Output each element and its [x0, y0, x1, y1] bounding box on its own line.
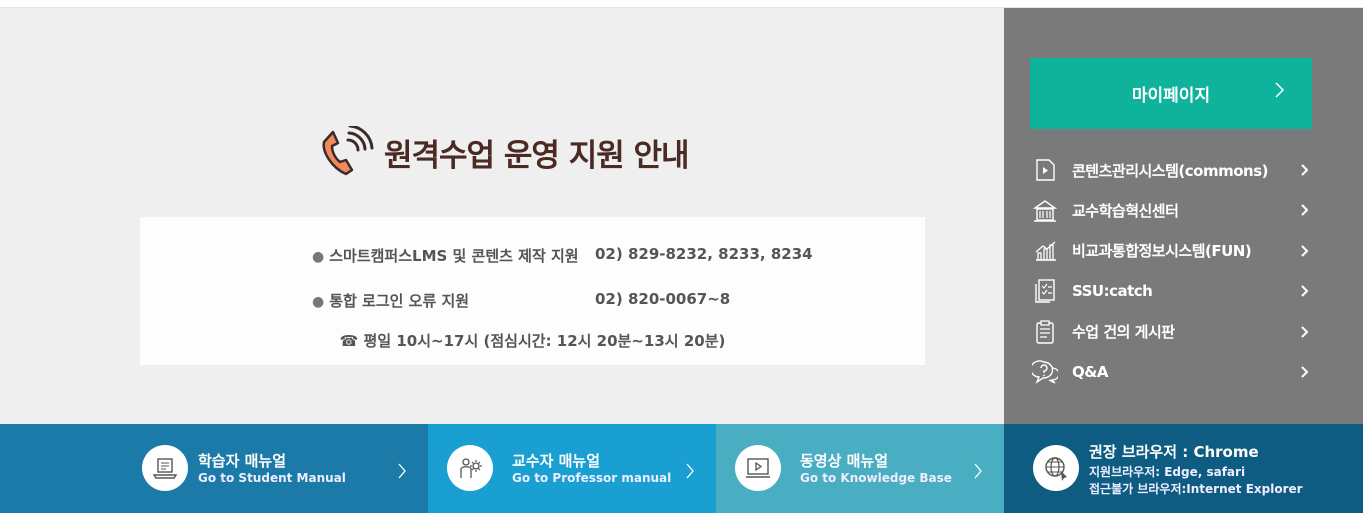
browser-info: 권장 브라우저 : Chrome 지원브라우저: Edge, safari 접근…: [1004, 424, 1363, 513]
chevron-right-icon: [1301, 366, 1309, 378]
clipboard-icon: [1036, 320, 1054, 344]
question-chat-icon: [1032, 360, 1058, 384]
chevron-right-icon: [1301, 285, 1309, 297]
manual-subtitle: Go to Knowledge Base: [800, 471, 952, 485]
manual-bar: 학습자 매뉴얼 Go to Student Manual 교수자 매뉴얼 Go …: [0, 424, 1363, 513]
building-icon: [1032, 199, 1058, 222]
mypage-button[interactable]: 마이페이지: [1030, 58, 1312, 129]
support-label: 통합 로그인 오류 지원: [312, 290, 595, 311]
browser-supported: 지원브라우저: Edge, safari: [1089, 465, 1246, 479]
chevron-right-icon: [1301, 325, 1309, 338]
top-strip: [0, 0, 1363, 8]
sidebar-item-ctl[interactable]: 교수학습혁신센터: [1032, 190, 1314, 230]
manual-video-link[interactable]: 동영상 매뉴얼 Go to Knowledge Base: [716, 424, 1004, 513]
phone-icon: [322, 126, 374, 176]
chevron-right-icon: [1301, 245, 1309, 257]
sidebar-item-fun[interactable]: 비교과통합정보시스템(FUN): [1032, 231, 1314, 271]
sidebar-item-ssucatch[interactable]: SSU:catch: [1032, 271, 1314, 311]
student-laptop-icon: [142, 445, 188, 491]
manual-title: 동영상 매뉴얼: [800, 452, 889, 470]
sidebar-item-label: 수업 건의 게시판: [1072, 323, 1175, 342]
checklist-icon: [1035, 279, 1055, 304]
support-hours: ☎ 평일 10시~17시 (점심시간: 12시 20분~13시 20분): [339, 332, 726, 350]
manual-subtitle: Go to Student Manual: [198, 471, 346, 485]
manual-title: 교수자 매뉴얼: [512, 452, 601, 470]
sidebar-item-label: 교수학습혁신센터: [1072, 202, 1179, 221]
video-player-icon: [735, 445, 781, 491]
chevron-right-icon: [398, 463, 406, 479]
support-row-login: 통합 로그인 오류 지원 02) 820-0067~8: [312, 290, 730, 311]
notice-title-text: 원격수업 운영 지원 안내: [384, 137, 690, 174]
media-file-icon: [1036, 159, 1055, 181]
sidebar-item-label: 비교과통합정보시스템(FUN): [1072, 242, 1252, 261]
chevron-right-icon: [1301, 204, 1309, 217]
browser-blocked: 접근불가 브라우저:Internet Explorer: [1089, 482, 1303, 496]
support-row-lms: 스마트캠퍼스LMS 및 콘텐츠 제작 지원 02) 829-8232, 8233…: [312, 245, 813, 266]
manual-subtitle: Go to Professor manual: [512, 471, 672, 485]
sidebar-item-label: 콘텐츠관리시스템(commons): [1072, 161, 1268, 180]
support-info-box: 스마트캠퍼스LMS 및 콘텐츠 제작 지원 02) 829-8232, 8233…: [140, 217, 925, 365]
chevron-right-icon: [686, 463, 694, 479]
notice-area: 원격수업 운영 지원 안내 스마트캠퍼스LMS 및 콘텐츠 제작 지원 02) …: [0, 8, 1004, 424]
sidebar-item-label: Q&A: [1072, 363, 1108, 382]
chevron-right-icon: [1301, 164, 1309, 176]
manual-professor-link[interactable]: 교수자 매뉴얼 Go to Professor manual: [428, 424, 716, 513]
manual-student-link[interactable]: 학습자 매뉴얼 Go to Student Manual: [0, 424, 428, 513]
support-label: 스마트캠퍼스LMS 및 콘텐츠 제작 지원: [312, 245, 595, 266]
browser-title: 권장 브라우저 : Chrome: [1089, 443, 1259, 461]
manual-title: 학습자 매뉴얼: [198, 452, 287, 470]
mypage-label: 마이페이지: [1131, 86, 1211, 106]
professor-gear-icon: [447, 445, 493, 491]
support-phone: 02) 829-8232, 8233, 8234: [595, 245, 813, 263]
sidebar-links: 콘텐츠관리시스템(commons) 교수학습혁신센터 비교과통합정보시스템(FU…: [1032, 150, 1314, 392]
support-phone: 02) 820-0067~8: [595, 290, 731, 308]
notice-title: 원격수업 운영 지원 안내: [318, 126, 690, 178]
chevron-right-icon: [1275, 82, 1285, 98]
sidebar: 마이페이지 콘텐츠관리시스템(commons) 교수학습혁신센터 비교과통합정보…: [1004, 8, 1363, 424]
chevron-right-icon: [974, 463, 982, 479]
page: 원격수업 운영 지원 안내 스마트캠퍼스LMS 및 콘텐츠 제작 지원 02) …: [0, 0, 1363, 532]
bottom-strip: [0, 513, 1363, 532]
sidebar-item-label: SSU:catch: [1072, 282, 1153, 301]
sidebar-item-commons[interactable]: 콘텐츠관리시스템(commons): [1032, 150, 1314, 190]
sidebar-item-qna[interactable]: Q&A: [1032, 352, 1314, 392]
sidebar-item-board[interactable]: 수업 건의 게시판: [1032, 312, 1314, 352]
globe-icon: [1033, 445, 1079, 491]
chart-icon: [1035, 241, 1056, 261]
